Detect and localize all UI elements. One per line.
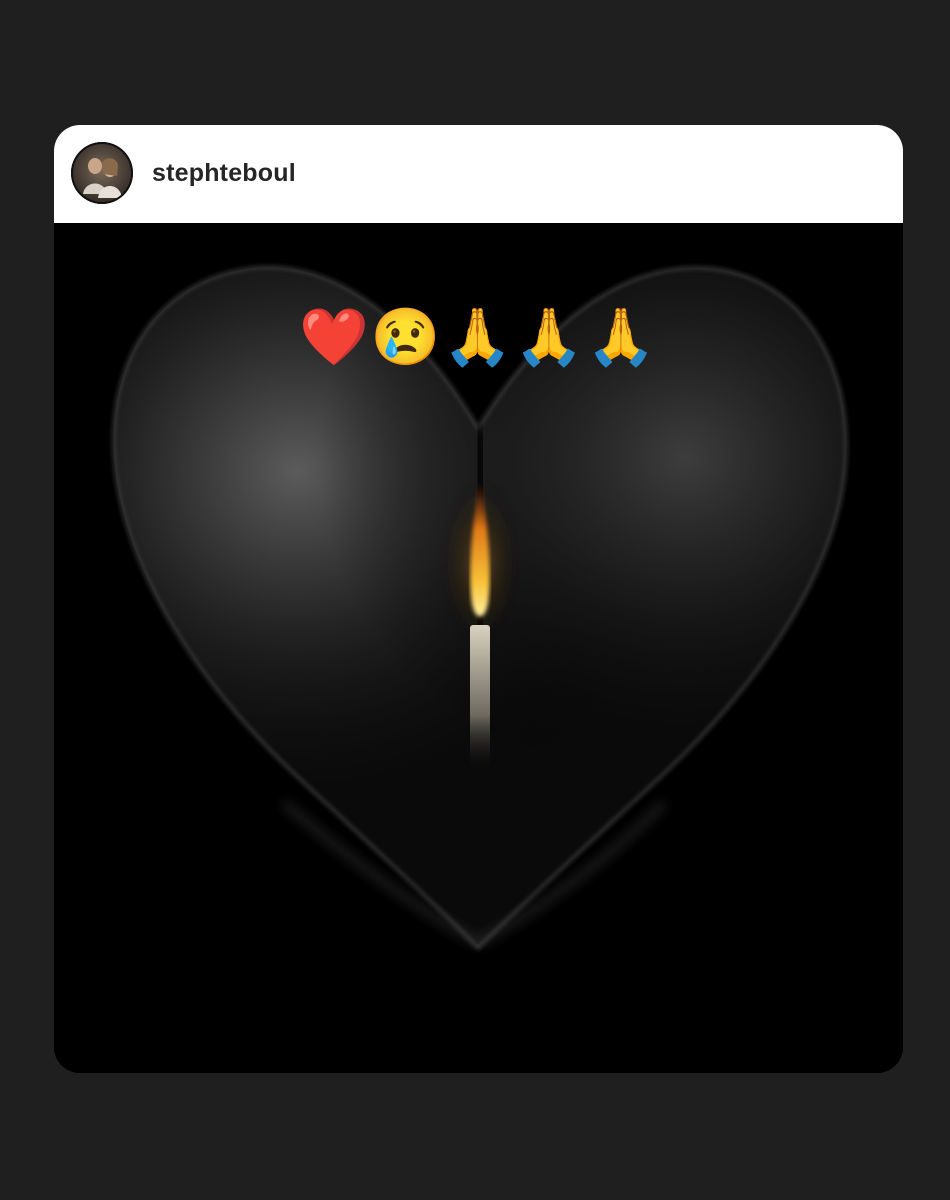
post-header: stephteboul — [54, 125, 903, 223]
post-card: stephteboul ❤️😢🙏🙏🙏 — [54, 125, 903, 1073]
post-image[interactable]: ❤️😢🙏🙏🙏 — [54, 223, 903, 1073]
profile-photo-icon — [71, 142, 133, 204]
username[interactable]: stephteboul — [152, 156, 296, 190]
emoji-caption: ❤️😢🙏🙏🙏 — [299, 305, 658, 368]
avatar[interactable] — [71, 142, 133, 204]
